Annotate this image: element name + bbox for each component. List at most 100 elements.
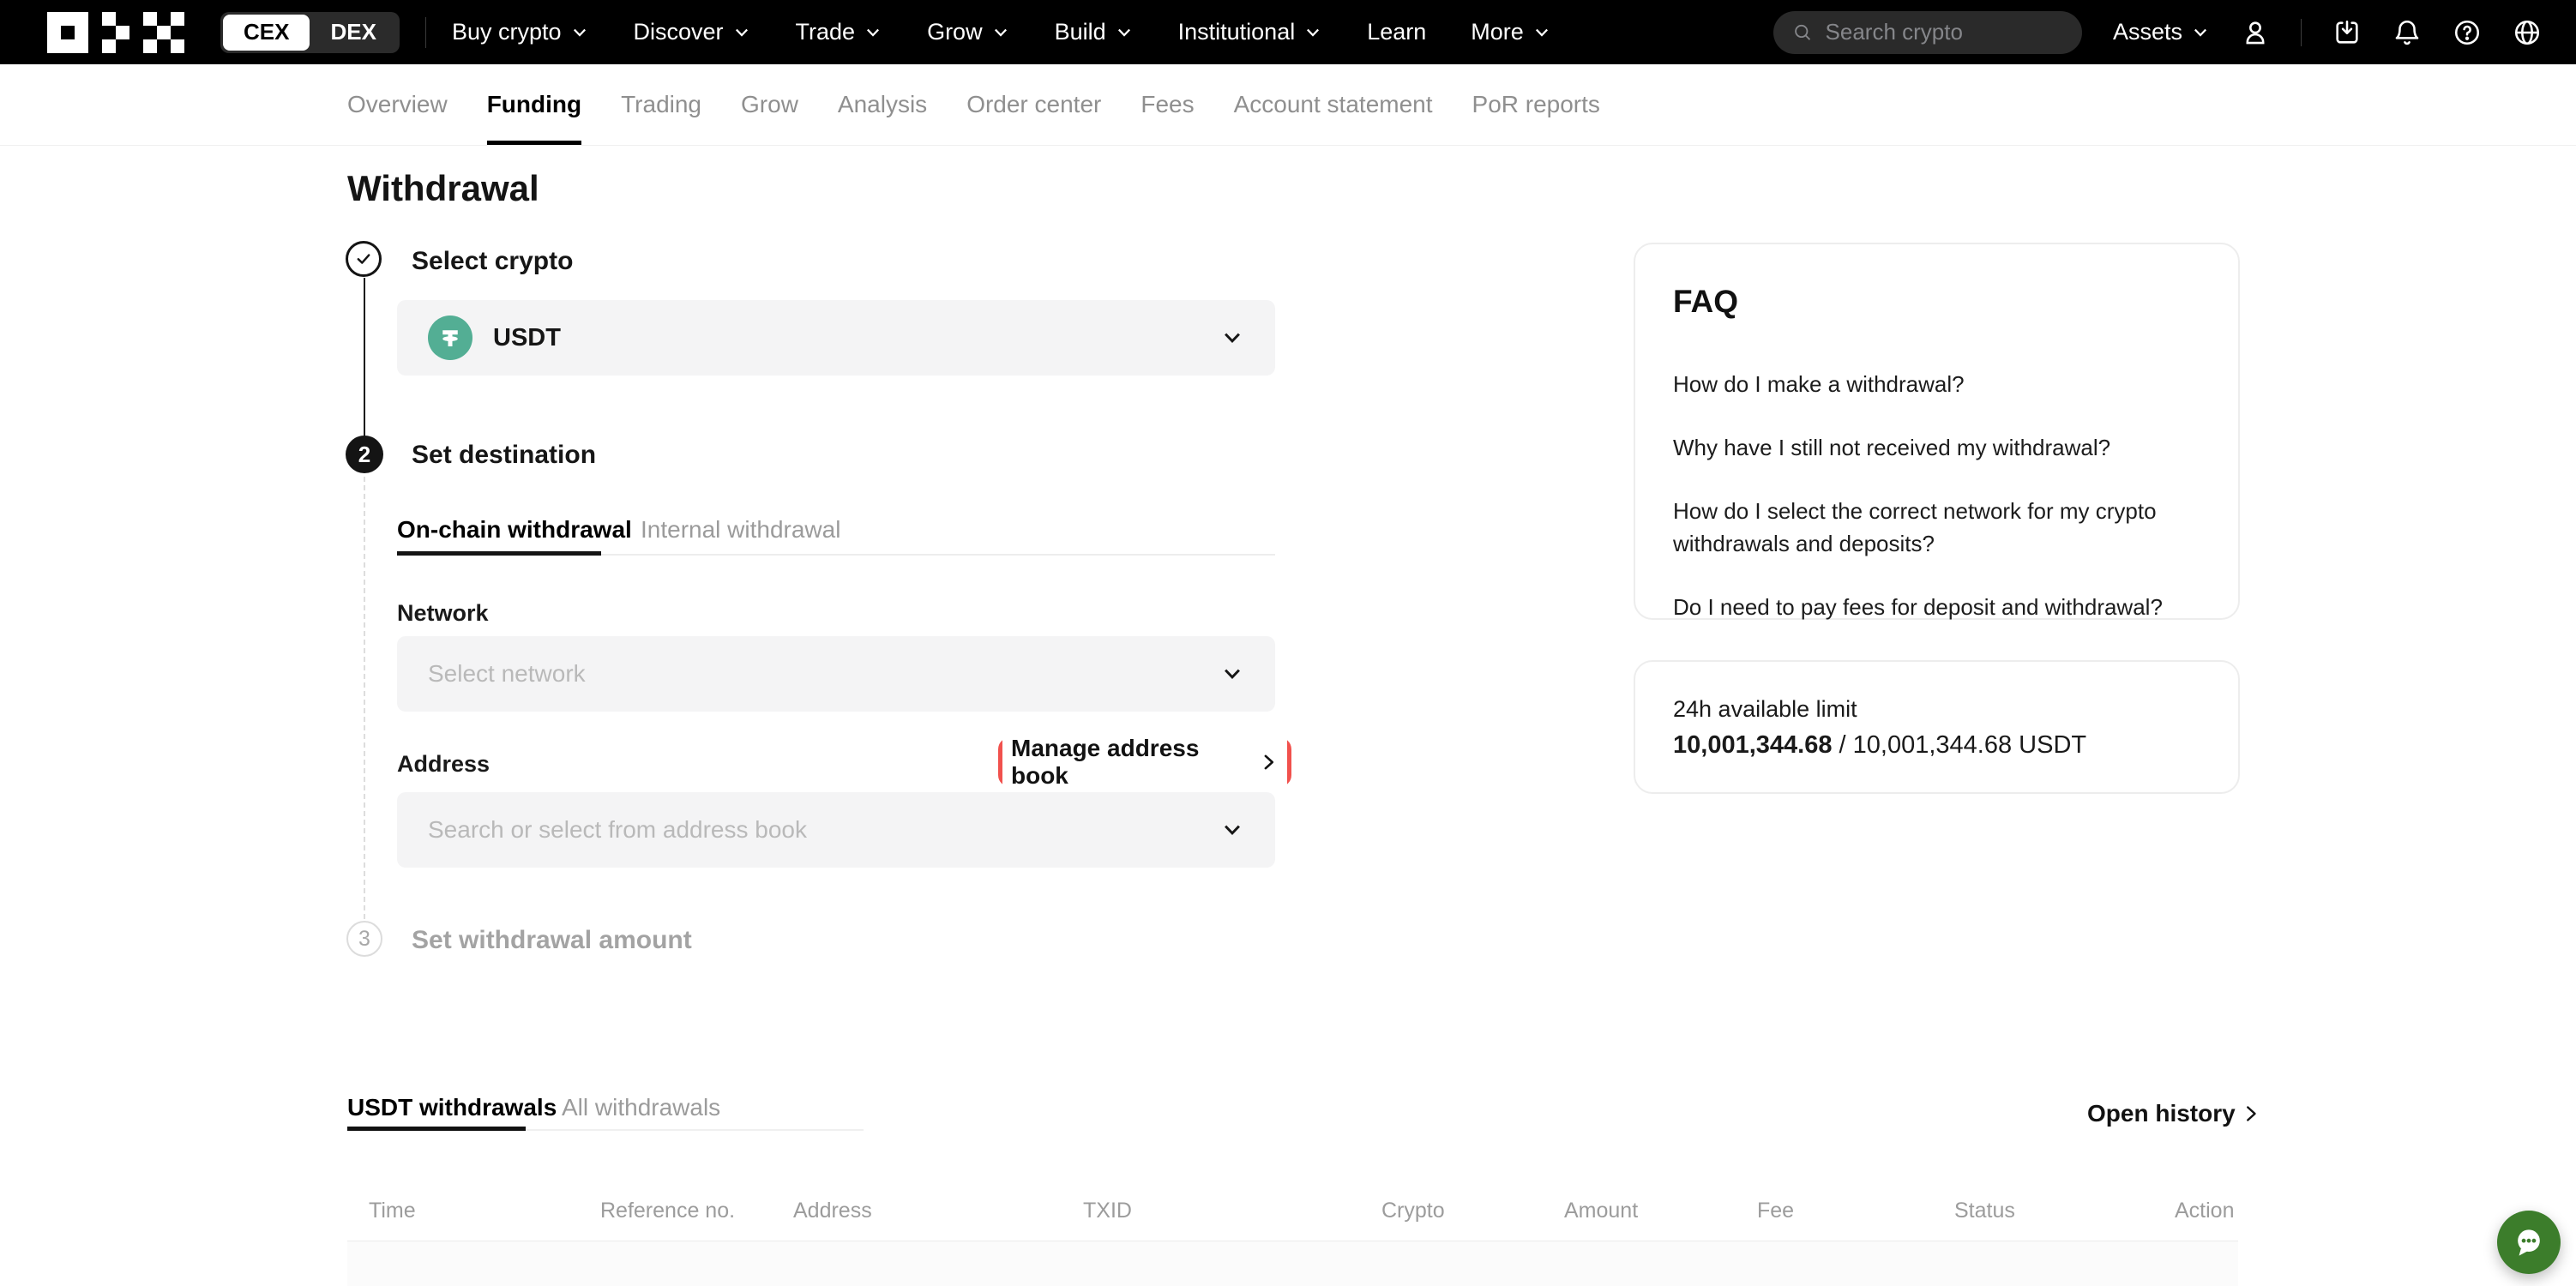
chevron-right-icon bbox=[2241, 1103, 2261, 1124]
step1-label: Select crypto bbox=[412, 247, 573, 276]
limit-card: 24h available limit 10,001,344.68 / 10,0… bbox=[1634, 660, 2240, 794]
user-icon[interactable] bbox=[2241, 18, 2270, 47]
assets-label: Assets bbox=[2113, 19, 2182, 45]
tab-trading[interactable]: Trading bbox=[621, 64, 701, 145]
okx-logo[interactable] bbox=[47, 12, 184, 53]
tab-order-center[interactable]: Order center bbox=[966, 64, 1101, 145]
history-active-underline bbox=[347, 1127, 526, 1131]
chat-bubble-icon bbox=[2510, 1223, 2548, 1261]
chevron-down-icon bbox=[1532, 23, 1551, 42]
tab-usdt-withdrawals[interactable]: USDT withdrawals bbox=[347, 1094, 557, 1121]
search-input[interactable] bbox=[1826, 19, 2063, 45]
tab-grow[interactable]: Grow bbox=[741, 64, 798, 145]
step3-indicator: 3 bbox=[346, 921, 382, 957]
faq-card: FAQ How do I make a withdrawal? Why have… bbox=[1634, 243, 2240, 620]
open-history-link[interactable]: Open history bbox=[2087, 1100, 2261, 1127]
step1-indicator bbox=[346, 241, 382, 277]
cex-dex-toggle: CEX DEX bbox=[220, 12, 400, 53]
network-placeholder: Select network bbox=[428, 660, 586, 688]
red-highlight-annotation: Manage address book bbox=[998, 737, 1291, 787]
chevron-down-icon bbox=[732, 23, 751, 42]
nav-label: Discover bbox=[634, 19, 724, 45]
limit-title: 24h available limit bbox=[1673, 696, 2200, 723]
faq-title: FAQ bbox=[1673, 284, 2200, 320]
chevron-down-icon bbox=[1220, 662, 1244, 686]
chevron-down-icon bbox=[2191, 23, 2210, 42]
address-label: Address bbox=[397, 751, 490, 778]
limit-available: 10,001,344.68 bbox=[1673, 731, 1832, 759]
col-address: Address bbox=[793, 1199, 872, 1223]
check-icon bbox=[354, 249, 373, 268]
nav-label: Institutional bbox=[1178, 19, 1296, 45]
open-history-label: Open history bbox=[2087, 1100, 2236, 1127]
col-crypto: Crypto bbox=[1381, 1199, 1445, 1223]
nav-buy-crypto[interactable]: Buy crypto bbox=[452, 19, 589, 45]
help-icon[interactable] bbox=[2453, 18, 2482, 47]
faq-question[interactable]: How do I select the correct network for … bbox=[1673, 495, 2188, 560]
nav-build[interactable]: Build bbox=[1055, 19, 1134, 45]
chevron-down-icon bbox=[570, 23, 589, 42]
header-divider bbox=[425, 17, 426, 48]
nav-label: Build bbox=[1055, 19, 1106, 45]
col-amount: Amount bbox=[1564, 1199, 1638, 1223]
limit-total: / 10,001,344.68 USDT bbox=[1839, 731, 2087, 759]
step2-indicator: 2 bbox=[346, 436, 383, 473]
usdt-icon bbox=[428, 315, 472, 360]
tab-account-statement[interactable]: Account statement bbox=[1234, 64, 1433, 145]
nav-grow[interactable]: Grow bbox=[927, 19, 1010, 45]
tab-por-reports[interactable]: PoR reports bbox=[1472, 64, 1600, 145]
selected-crypto: USDT bbox=[493, 324, 561, 352]
page-title: Withdrawal bbox=[347, 168, 539, 209]
manage-address-book-label: Manage address book bbox=[1011, 735, 1252, 790]
step-rail-solid bbox=[364, 278, 365, 436]
faq-question[interactable]: Do I need to pay fees for deposit and wi… bbox=[1673, 591, 2188, 623]
nav-label: Buy crypto bbox=[452, 19, 562, 45]
funding-subnav: Overview Funding Trading Grow Analysis O… bbox=[0, 64, 2576, 146]
nav-label: Trade bbox=[796, 19, 856, 45]
search-icon bbox=[1792, 21, 1814, 45]
faq-question[interactable]: How do I make a withdrawal? bbox=[1673, 368, 2188, 400]
top-header: CEX DEX Buy crypto Discover Trade Grow bbox=[0, 0, 2576, 64]
crypto-select[interactable]: USDT bbox=[397, 300, 1275, 376]
col-action: Action bbox=[2175, 1199, 2234, 1223]
toggle-dex[interactable]: DEX bbox=[310, 15, 396, 51]
toggle-cex[interactable]: CEX bbox=[223, 15, 310, 51]
col-status: Status bbox=[1954, 1199, 2015, 1223]
nav-label: Grow bbox=[927, 19, 983, 45]
chevron-down-icon bbox=[1115, 23, 1134, 42]
active-tab-underline bbox=[397, 551, 601, 556]
nav-institutional[interactable]: Institutional bbox=[1178, 19, 1323, 45]
nav-learn[interactable]: Learn bbox=[1367, 19, 1426, 45]
okx-withdrawal-page: CEX DEX Buy crypto Discover Trade Grow bbox=[0, 0, 2576, 1286]
limit-value: 10,001,344.68 / 10,001,344.68 USDT bbox=[1673, 731, 2200, 760]
assets-menu[interactable]: Assets bbox=[2113, 19, 2210, 45]
faq-question[interactable]: Why have I still not received my withdra… bbox=[1673, 431, 2188, 464]
step2-label: Set destination bbox=[412, 441, 596, 470]
tab-analysis[interactable]: Analysis bbox=[838, 64, 927, 145]
search-box[interactable] bbox=[1773, 11, 2082, 54]
tab-internal-withdrawal[interactable]: Internal withdrawal bbox=[641, 516, 840, 544]
tab-onchain-withdrawal[interactable]: On-chain withdrawal bbox=[397, 516, 632, 544]
tab-funding[interactable]: Funding bbox=[487, 64, 581, 145]
address-select[interactable]: Search or select from address book bbox=[397, 792, 1275, 868]
bell-icon[interactable] bbox=[2392, 18, 2422, 47]
network-label: Network bbox=[397, 600, 489, 627]
chat-support-button[interactable] bbox=[2497, 1211, 2561, 1274]
nav-more[interactable]: More bbox=[1471, 19, 1551, 45]
nav-trade[interactable]: Trade bbox=[796, 19, 883, 45]
tab-fees[interactable]: Fees bbox=[1141, 64, 1194, 145]
chevron-down-icon bbox=[1303, 23, 1322, 42]
globe-icon[interactable] bbox=[2513, 18, 2542, 47]
col-fee: Fee bbox=[1757, 1199, 1794, 1223]
nav-discover[interactable]: Discover bbox=[634, 19, 751, 45]
download-icon[interactable] bbox=[2332, 18, 2362, 47]
nav-label: Learn bbox=[1367, 19, 1426, 45]
chevron-down-icon bbox=[991, 23, 1010, 42]
tab-all-withdrawals[interactable]: All withdrawals bbox=[562, 1094, 720, 1121]
chevron-right-icon bbox=[1259, 752, 1279, 772]
manage-address-book-button[interactable]: Manage address book bbox=[1002, 735, 1287, 790]
chevron-down-icon bbox=[864, 23, 882, 42]
network-select[interactable]: Select network bbox=[397, 636, 1275, 712]
tab-overview[interactable]: Overview bbox=[347, 64, 448, 145]
col-txid: TXID bbox=[1083, 1199, 1132, 1223]
